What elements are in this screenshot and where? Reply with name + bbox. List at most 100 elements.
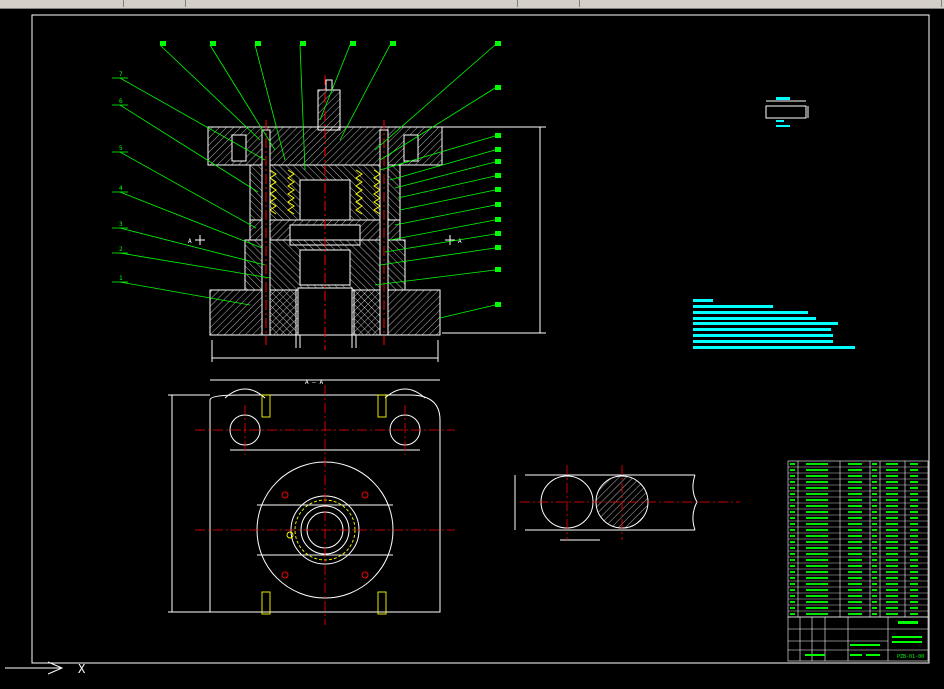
svg-text:3: 3	[119, 221, 123, 228]
bom-cell-mark	[872, 577, 877, 579]
bom-cell-mark	[872, 487, 877, 489]
bom-cell-mark	[910, 535, 918, 537]
bom-cell-mark	[848, 571, 862, 573]
bom-cell-mark	[848, 481, 862, 483]
bom-cell-mark	[806, 475, 828, 477]
bom-cell-mark	[872, 595, 877, 597]
bom-cell-mark	[910, 547, 918, 549]
bom-cell-mark	[806, 607, 828, 609]
bom-cell-mark	[910, 487, 918, 489]
bom-cell-mark	[886, 601, 898, 603]
bom-cell-mark	[806, 505, 828, 507]
bom-cell-mark	[872, 547, 877, 549]
bom-cell-mark	[790, 577, 795, 579]
bom-cell-mark	[790, 553, 795, 555]
bom-cell-mark	[806, 595, 828, 597]
bom-cell-mark	[886, 475, 898, 477]
bom-cell-mark	[848, 607, 862, 609]
section-balloon-marks-right	[495, 85, 501, 307]
bom-cell-mark	[886, 565, 898, 567]
bom-cell-mark	[790, 463, 795, 465]
bom-cell-mark	[806, 535, 828, 537]
bom-cell-mark	[872, 475, 877, 477]
bom-cell-mark	[886, 613, 898, 615]
bom-cell-mark	[910, 505, 918, 507]
ucs-icon[interactable]	[5, 661, 64, 675]
bom-cell-mark	[872, 517, 877, 519]
bom-cell-mark	[872, 583, 877, 585]
bom-cell-mark	[872, 541, 877, 543]
bom-cell-mark	[806, 487, 828, 489]
toolbar-segment[interactable]	[122, 0, 186, 7]
bom-cell-mark	[910, 601, 918, 603]
top-toolbar	[0, 0, 944, 9]
bom-cell-mark	[848, 523, 862, 525]
bom-cell-mark	[848, 583, 862, 585]
svg-text:7: 7	[119, 71, 123, 78]
bom-cell-mark	[848, 475, 862, 477]
bom-cell-mark	[910, 469, 918, 471]
bom-cell-mark	[790, 511, 795, 513]
section-balloon-numbers: 7 6 5 4 3 2 1	[119, 71, 123, 282]
bom-cell-mark	[848, 601, 862, 603]
bom-cell-mark	[790, 583, 795, 585]
bom-cell-mark	[848, 505, 862, 507]
bom-cell-mark	[872, 535, 877, 537]
bom-cell-mark	[790, 493, 795, 495]
bom-cell-mark	[886, 523, 898, 525]
bom-cell-mark	[910, 463, 918, 465]
bom-cell-mark	[790, 481, 795, 483]
bom-cell-mark	[910, 475, 918, 477]
bom-cell-mark	[848, 493, 862, 495]
bom-cell-mark	[790, 487, 795, 489]
bom-cell-mark	[886, 607, 898, 609]
svg-text:5: 5	[119, 145, 123, 152]
bom-cell-mark	[806, 577, 828, 579]
bom-cell-mark	[910, 499, 918, 501]
bom-cell-mark	[790, 559, 795, 561]
bom-cell-mark	[790, 505, 795, 507]
svg-text:1: 1	[119, 275, 123, 282]
detail-view	[765, 100, 809, 119]
toolbar-segment[interactable]	[0, 0, 124, 7]
bom-cell-mark	[872, 505, 877, 507]
bom-cell-mark	[848, 517, 862, 519]
bom-cell-mark	[848, 499, 862, 501]
toolbar-segment[interactable]	[578, 0, 942, 7]
bom-cell-mark	[806, 541, 828, 543]
bom-cell-mark	[886, 511, 898, 513]
drawing-canvas[interactable]: A A 7 6 5 4 3 2 1 A — A PZB-01-00 X	[0, 9, 944, 685]
bom-cell-mark	[910, 589, 918, 591]
bom-cell-mark	[848, 595, 862, 597]
toolbar-segment[interactable]	[516, 0, 580, 7]
bom-cell-mark	[910, 559, 918, 561]
bom-cell-mark	[790, 469, 795, 471]
bom-cell-mark	[872, 529, 877, 531]
bom-cell-mark	[872, 565, 877, 567]
plan-view	[168, 379, 441, 613]
bom-cell-mark	[806, 559, 828, 561]
bom-cell-mark	[806, 547, 828, 549]
bom-cell-mark	[806, 511, 828, 513]
bom-cell-mark	[806, 529, 828, 531]
bom-cell-mark	[886, 481, 898, 483]
bom-cell-mark	[872, 499, 877, 501]
toolbar-segment[interactable]	[184, 0, 518, 7]
bom-cell-mark	[886, 469, 898, 471]
bom-cell-mark	[790, 517, 795, 519]
bom-cell-mark	[872, 511, 877, 513]
bom-cell-mark	[886, 547, 898, 549]
title-block-marks	[805, 621, 922, 656]
bom-cell-mark	[872, 523, 877, 525]
bom-cell-mark	[848, 589, 862, 591]
bom-cell-mark	[806, 589, 828, 591]
bom-cell-mark	[886, 595, 898, 597]
bom-cell-mark	[806, 583, 828, 585]
bom-cell-mark	[910, 529, 918, 531]
bom-cell-mark	[806, 493, 828, 495]
section-balloon-marks-top	[160, 41, 501, 46]
bom-cell-mark	[910, 481, 918, 483]
bom-cell-mark	[910, 583, 918, 585]
bom-cell-mark	[872, 589, 877, 591]
bom-cell-mark	[790, 571, 795, 573]
